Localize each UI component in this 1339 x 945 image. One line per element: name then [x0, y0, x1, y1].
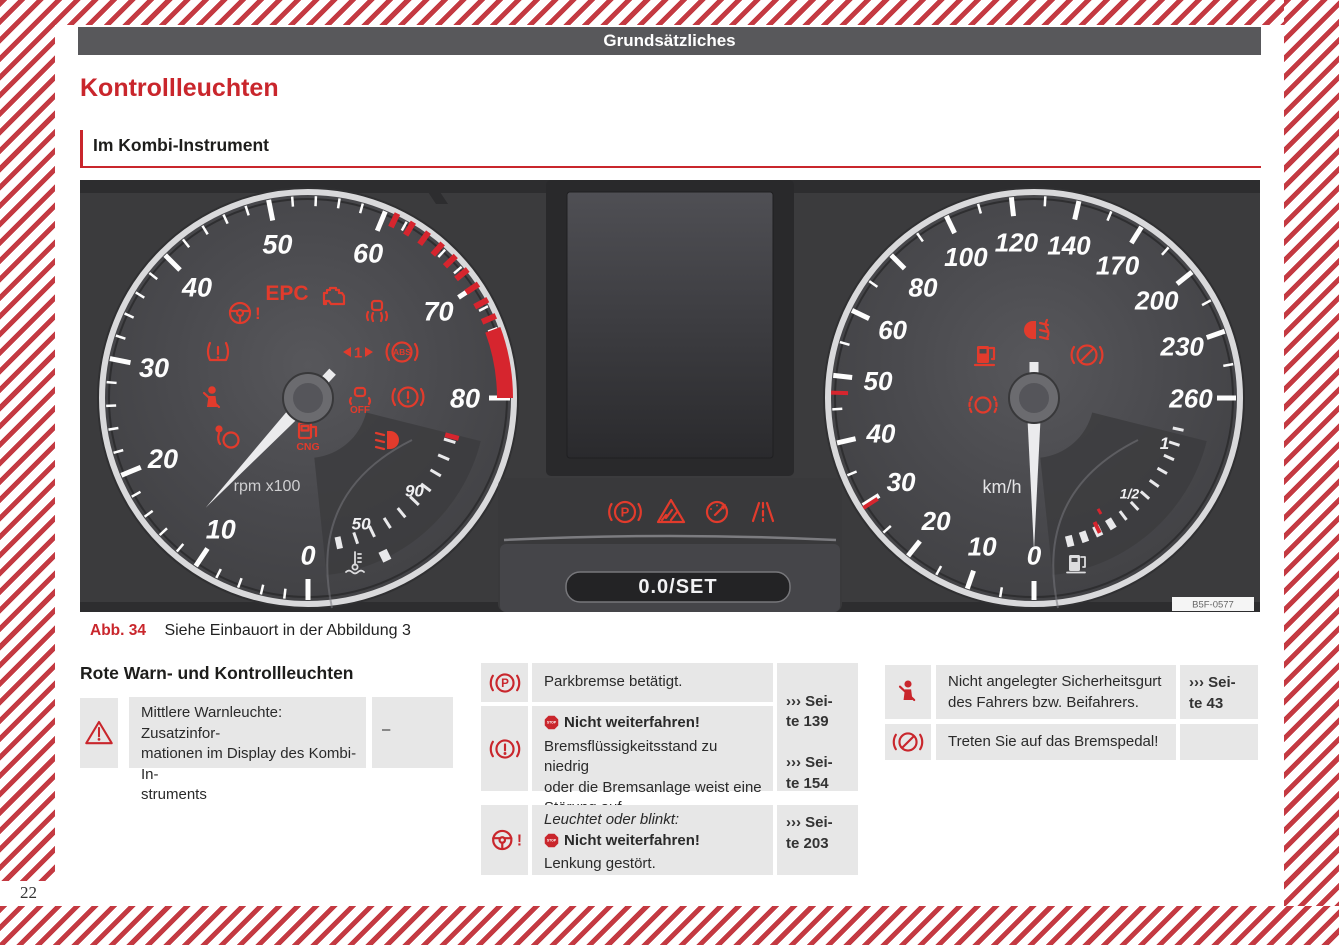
- svg-text:140: 140: [1047, 230, 1091, 260]
- page-references-139-154: ››› Sei- te 139 ››› Sei- te 154: [777, 663, 858, 791]
- svg-text:120: 120: [995, 227, 1039, 257]
- page-border-bottom: [0, 906, 1339, 945]
- page-border-top: [0, 0, 1339, 25]
- empty-ref-cell: [1180, 724, 1258, 760]
- stop-icon: STOP: [544, 833, 559, 855]
- svg-text:50: 50: [352, 514, 371, 533]
- parking-brake-table-icon: P: [481, 663, 528, 702]
- svg-text:OFF: OFF: [350, 405, 370, 416]
- svg-text:100: 100: [944, 242, 988, 272]
- svg-text:60: 60: [878, 315, 907, 345]
- svg-text:20: 20: [147, 444, 178, 474]
- page-number: 22: [20, 883, 37, 903]
- svg-text:P: P: [621, 505, 630, 520]
- steering-warning-table-icon: !: [481, 805, 528, 875]
- svg-text:STOP: STOP: [547, 721, 557, 725]
- brake-warning-text: STOP Nicht weiterfahren! Bremsflüssigkei…: [532, 706, 773, 791]
- set-button-label: 0.0/SET: [638, 576, 717, 598]
- figure-caption-text: Siehe Einbauort in der Abbildung 3: [164, 622, 410, 639]
- svg-text:40: 40: [181, 273, 212, 303]
- central-warning-description: Mittlere Warnleuchte: Zusatzinfor- matio…: [129, 697, 366, 768]
- svg-text:90: 90: [405, 482, 424, 501]
- svg-text:1: 1: [354, 345, 362, 362]
- seatbelt-table-icon: [885, 665, 931, 719]
- brake-pedal-text: Treten Sie auf das Bremspedal!: [936, 724, 1176, 760]
- svg-text:STOP: STOP: [547, 838, 557, 842]
- brake-pedal-table-icon: [885, 724, 931, 760]
- steering-warning-text: Leuchtet oder blinkt: STOP Nicht weiterf…: [532, 805, 773, 875]
- section-subtitle: Im Kombi-Instrument: [80, 130, 1261, 168]
- svg-text:230: 230: [1159, 332, 1204, 362]
- page-reference-43: ››› Sei- te 43: [1180, 665, 1258, 719]
- svg-text:1: 1: [1160, 434, 1169, 453]
- svg-text:!: !: [516, 832, 521, 849]
- figure-caption: Abb. 34 Siehe Einbauort in der Abbildung…: [90, 622, 411, 640]
- speedo-unit-label: km/h: [982, 477, 1021, 497]
- svg-text:60: 60: [353, 239, 383, 269]
- page-border-right: [1284, 0, 1339, 906]
- svg-text:50: 50: [262, 230, 292, 260]
- central-warning-ref: –: [372, 697, 453, 768]
- image-code-text: B5F-0577: [1192, 600, 1234, 611]
- svg-text:260: 260: [1168, 383, 1213, 413]
- svg-text:170: 170: [1096, 250, 1140, 280]
- figure-label: Abb. 34: [90, 622, 146, 639]
- center-lower-housing: P 0.0/SET: [498, 478, 842, 612]
- page-border-left: [0, 0, 55, 881]
- seatbelt-warning-text: Nicht angelegter Sicherheitsgurt des Fah…: [936, 665, 1176, 719]
- svg-text:80: 80: [450, 384, 480, 414]
- multifunction-display: [567, 192, 773, 458]
- svg-text:50: 50: [864, 366, 893, 396]
- tacho-unit-label: rpm x100: [234, 478, 301, 495]
- svg-text:ABS: ABS: [393, 347, 411, 357]
- section-heading: Rote Warn- und Kontrollleuchten: [80, 663, 354, 684]
- chapter-header: Grundsätzliches: [78, 27, 1261, 55]
- svg-text:200: 200: [1134, 285, 1179, 315]
- epc-warning-icon: EPC: [265, 282, 308, 305]
- svg-text:10: 10: [206, 514, 236, 544]
- svg-text:CNG: CNG: [296, 441, 319, 453]
- brake-warning-table-icon: [481, 706, 528, 791]
- stop-icon: STOP: [544, 715, 559, 737]
- svg-text:70: 70: [424, 296, 454, 326]
- svg-text:1/2: 1/2: [1120, 485, 1140, 501]
- svg-text:!: !: [255, 304, 261, 323]
- svg-text:0: 0: [300, 541, 315, 571]
- svg-text:30: 30: [887, 467, 916, 497]
- svg-text:20: 20: [921, 506, 951, 536]
- svg-text:P: P: [501, 677, 509, 690]
- svg-text:40: 40: [865, 418, 895, 448]
- svg-text:80: 80: [909, 272, 938, 302]
- svg-text:10: 10: [968, 532, 997, 562]
- svg-text:30: 30: [139, 353, 169, 383]
- instrument-cluster-figure: 01020304050607080 5090 rpm x100 ! EPC: [80, 180, 1260, 612]
- central-warning-table-icon: [80, 698, 118, 768]
- page-title: Kontrollleuchten: [80, 74, 279, 103]
- parking-brake-text: Parkbremse betätigt.: [532, 663, 773, 702]
- page-reference-203: ››› Sei- te 203: [777, 805, 858, 875]
